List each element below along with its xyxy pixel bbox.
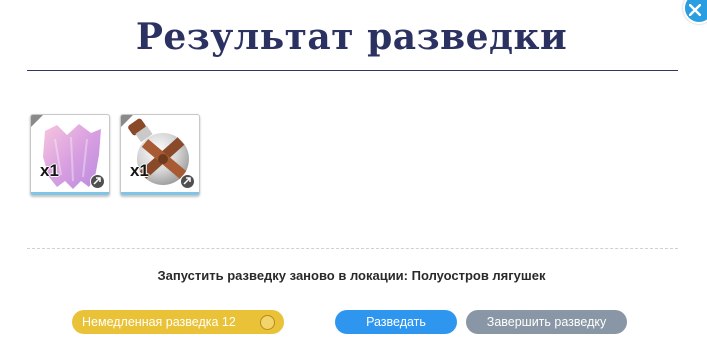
item-corner-marker — [31, 115, 43, 127]
reward-quantity: x1 — [130, 161, 149, 180]
info-badge-icon[interactable] — [180, 174, 195, 189]
close-icon — [689, 4, 701, 16]
relaunch-text: Запустить разведку заново в локации: Пол… — [157, 268, 546, 283]
finish-scout-button[interactable]: Завершить разведку — [466, 310, 627, 334]
title-divider — [27, 70, 678, 71]
reward-item-cape[interactable]: x1 — [30, 114, 110, 196]
item-rarity-bar — [31, 192, 109, 195]
info-badge-icon[interactable] — [90, 174, 105, 189]
coin-icon — [260, 315, 275, 330]
reward-item-potion[interactable]: x1 — [120, 114, 200, 196]
dialog-title: Результат разведки — [135, 16, 568, 58]
item-rarity-bar — [121, 192, 199, 195]
instant-scout-label: Немедленная разведка 12 — [82, 315, 236, 329]
section-divider — [27, 248, 678, 249]
instant-scout-button[interactable]: Немедленная разведка 12 — [72, 310, 284, 334]
item-corner-marker — [121, 115, 133, 127]
reward-quantity: x1 — [40, 161, 59, 180]
scout-button[interactable]: Разведать — [335, 310, 457, 334]
